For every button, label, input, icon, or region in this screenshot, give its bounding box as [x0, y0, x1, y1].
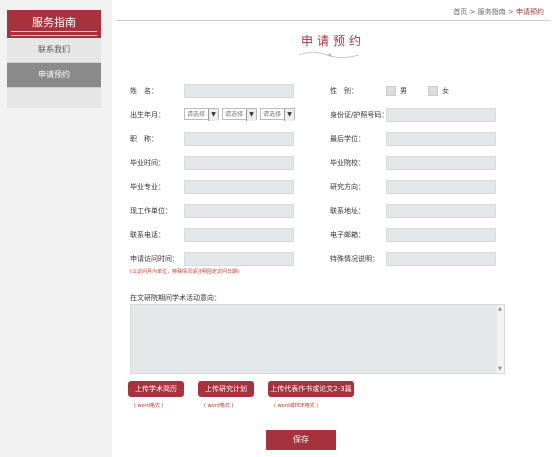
phone-input[interactable]: [184, 228, 294, 242]
birth-label: 出生年月：: [130, 111, 165, 119]
page-title: 申请预约: [300, 34, 365, 48]
address-input[interactable]: [386, 204, 496, 218]
scroll-down-icon[interactable]: ▼: [498, 366, 502, 372]
employer-input[interactable]: [184, 204, 294, 218]
breadcrumb-separator: >: [469, 8, 476, 16]
grad-time-label: 毕业时间：: [130, 159, 165, 167]
email-label: 电子邮箱：: [330, 231, 365, 239]
id-label: 身份证/护照号码：: [330, 111, 389, 119]
employer-label: 现工作单位：: [130, 207, 172, 215]
degree-input[interactable]: [386, 132, 496, 146]
title-rank-label: 职 称：: [130, 135, 158, 143]
gender-female-label: 女: [442, 87, 449, 95]
breadcrumb-home[interactable]: 首页: [453, 8, 467, 16]
phone-label: 联系电话：: [130, 231, 165, 239]
main-content: 首页 > 服务指南 > 申请预约 申请预约 姓 名： 性 别： 男 女 出生年月…: [112, 0, 554, 457]
sidebar: 服务指南 联系我们 申请预约: [7, 10, 101, 108]
textarea-scrollbar[interactable]: ▲ ▼: [497, 305, 504, 373]
birth-year-select[interactable]: 请选择 ▼: [184, 108, 219, 121]
research-label: 研究方向：: [330, 183, 365, 191]
visit-time-label: 申请访问时间：: [130, 255, 179, 263]
visit-time-note: (以访问月为单位，特殊情况请注明固定访问日期): [130, 269, 239, 275]
upload-works-format: ( word或PDF格式 ): [274, 403, 319, 409]
upload-cv-format: ( word格式 ): [134, 403, 164, 409]
intent-textarea[interactable]: ▲ ▼: [130, 304, 505, 374]
save-button[interactable]: 保存: [266, 430, 336, 450]
visit-time-input[interactable]: [184, 252, 294, 266]
email-input[interactable]: [386, 228, 496, 242]
breadcrumb-section[interactable]: 服务指南: [478, 8, 506, 16]
select-text: 请选择: [187, 111, 206, 118]
select-text: 请选择: [263, 111, 282, 118]
sidebar-item-apply[interactable]: 申请预约: [7, 63, 101, 88]
upload-plan-button[interactable]: 上传研究计划: [198, 381, 254, 397]
chevron-down-icon: ▼: [284, 109, 294, 121]
birth-day-select[interactable]: 请选择 ▼: [260, 108, 295, 121]
chevron-down-icon: ▼: [246, 109, 256, 121]
school-label: 毕业院校：: [330, 159, 365, 167]
scroll-up-icon[interactable]: ▲: [498, 306, 502, 312]
major-label: 毕业专业：: [130, 183, 165, 191]
breadcrumb: 首页 > 服务指南 > 申请预约: [453, 7, 544, 17]
address-label: 联系地址：: [330, 207, 365, 215]
gender-female-radio[interactable]: [428, 86, 438, 96]
title-rank-input[interactable]: [184, 132, 294, 146]
breadcrumb-separator: >: [507, 8, 514, 16]
birth-month-select[interactable]: 请选择 ▼: [222, 108, 257, 121]
upload-cv-button[interactable]: 上传学术简历: [128, 381, 184, 397]
research-input[interactable]: [386, 180, 496, 194]
sidebar-title: 服务指南: [7, 10, 101, 38]
gender-label: 性 别：: [330, 87, 358, 95]
upload-works-button[interactable]: 上传代表作书或论文2-3篇: [268, 381, 354, 397]
header-divider: [116, 20, 550, 21]
special-input[interactable]: [386, 252, 496, 266]
intent-label: 在文研院期间学术活动意向：: [130, 294, 221, 302]
special-label: 特殊情况说明：: [330, 255, 379, 263]
name-label: 姓 名：: [130, 87, 158, 95]
breadcrumb-current: 申请预约: [516, 8, 544, 16]
gender-male-radio[interactable]: [386, 86, 396, 96]
id-input[interactable]: [386, 108, 496, 122]
sidebar-item-contact[interactable]: 联系我们: [7, 38, 101, 63]
grad-time-input[interactable]: [184, 156, 294, 170]
title-ornament-icon: [298, 52, 360, 58]
major-input[interactable]: [184, 180, 294, 194]
select-text: 请选择: [225, 111, 244, 118]
gender-male-label: 男: [400, 87, 407, 95]
degree-label: 最后学位：: [330, 135, 365, 143]
name-input[interactable]: [184, 84, 294, 98]
school-input[interactable]: [386, 156, 496, 170]
upload-plan-format: ( word格式 ): [204, 403, 234, 409]
chevron-down-icon: ▼: [208, 109, 218, 121]
